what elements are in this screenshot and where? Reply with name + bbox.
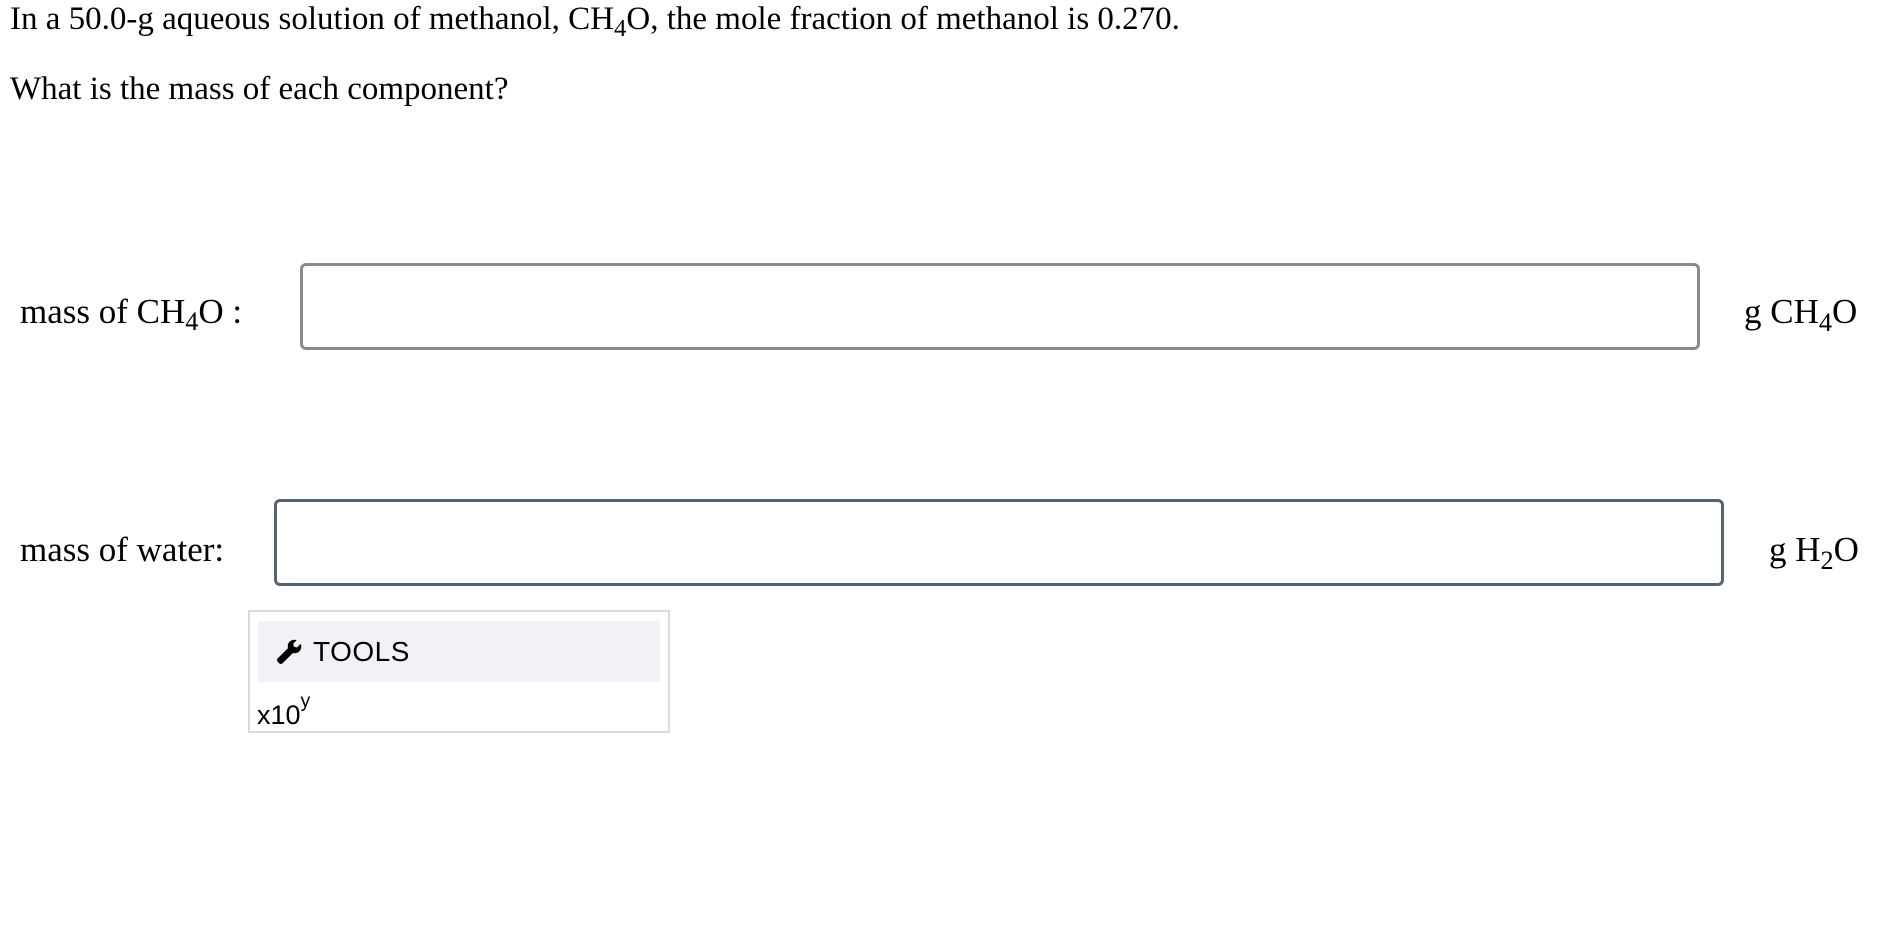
question-line-2: What is the mass of each component? [10,71,509,107]
methanol-unit-label: g CH4O [1744,292,1858,336]
methanol-unit-text: g CH [1744,292,1819,331]
tools-panel: TOOLS x10y [248,610,670,733]
scientific-notation-button[interactable]: x10y [257,690,310,729]
water-unit-text: g H [1769,530,1821,569]
water-mass-input[interactable] [274,499,1724,586]
scientific-notation-exponent: y [300,690,311,713]
methanol-mass-label: mass of CH4O : [20,292,243,335]
methanol-unit-subscript: 4 [1818,307,1832,337]
question-line-1-subscript: 4 [614,14,627,42]
methanol-mass-input[interactable] [300,263,1700,350]
water-unit-label: g H2O [1769,530,1859,574]
methanol-unit-text-end: O [1832,292,1858,331]
water-unit-text-end: O [1833,530,1859,569]
question-line-1: In a 50.0-g aqueous solution of methanol… [10,1,1180,41]
scientific-notation-base: x10 [257,700,301,730]
methanol-label-subscript: 4 [185,307,199,337]
wrench-icon [276,639,302,665]
question-line-1-text: In a 50.0-g aqueous solution of methanol… [10,1,614,37]
tools-toggle-button[interactable]: TOOLS [258,621,660,682]
water-mass-label: mass of water: [20,532,224,567]
tools-label: TOOLS [313,635,410,667]
methanol-label-text-end: O : [198,292,243,331]
question-line-1-text-end: O, the mole fraction of methanol is 0.27… [626,1,1180,37]
water-unit-subscript: 2 [1820,545,1834,575]
water-label-text: mass of water: [20,530,225,569]
methanol-label-text: mass of CH [20,292,186,331]
